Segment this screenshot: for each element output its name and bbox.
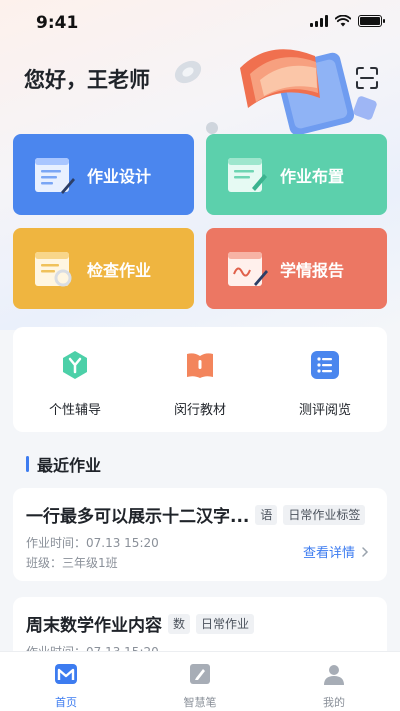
tile-homework-design[interactable]: 作业设计 [13, 134, 194, 215]
section-title-text: 最近作业 [37, 456, 102, 475]
tools-card: 个性辅导 闵行教材 测评阅览 [13, 327, 387, 432]
user-icon [324, 665, 344, 685]
tool-label: 测评阅览 [298, 403, 351, 418]
scan-button[interactable] [355, 66, 379, 90]
magnifier-notebook-icon [35, 251, 72, 286]
tool-label: 闵行教材 [173, 403, 226, 418]
nav-smart-pen[interactable]: 智慧笔 [160, 662, 240, 710]
nav-label: 我的 [323, 696, 345, 709]
type-tag: 日常作业 [196, 613, 255, 634]
list-icon [311, 351, 339, 379]
homework-title: 一行最多可以展示十二汉字... [26, 507, 250, 527]
nav-home[interactable]: 首页 [26, 662, 106, 710]
view-details-label: 查看详情 [302, 546, 355, 561]
subject-tag: 数 [168, 613, 191, 634]
pen-icon [190, 664, 210, 684]
tile-learning-report[interactable]: 学情报告 [206, 228, 387, 309]
report-pen-icon [228, 251, 268, 286]
section-accent-bar [26, 456, 29, 472]
section-title-recent: 最近作业 [26, 452, 101, 476]
tile-label: 检查作业 [87, 260, 152, 280]
homework-card[interactable]: 一行最多可以展示十二汉字... 语 日常作业标签 作业时间：07.13 15:2… [13, 488, 387, 581]
cellular-signal-icon [310, 15, 328, 27]
tile-homework-check[interactable]: 检查作业 [13, 228, 194, 309]
home-logo-icon [55, 664, 77, 684]
subject-tag: 语 [255, 504, 278, 525]
tool-label: 个性辅导 [48, 403, 101, 418]
homework-class: 班级：三年级1班 [26, 556, 118, 570]
chevron-right-icon [362, 546, 369, 557]
homework-title-row: 一行最多可以展示十二汉字... 语 日常作业标签 [26, 502, 366, 527]
homework-title-row: 周末数学作业内容 数 日常作业 [26, 611, 255, 636]
hero-illustration [174, 49, 377, 136]
homework-title: 周末数学作业内容 [26, 616, 162, 636]
view-details-link[interactable]: 查看详情 [303, 542, 371, 561]
notebook-brush-icon [228, 157, 267, 192]
nav-mine[interactable]: 我的 [294, 662, 374, 710]
bottom-nav: 首页 智慧笔 我的 [0, 651, 400, 711]
homework-time: 作业时间：07.13 15:20 [26, 536, 159, 550]
type-tag: 日常作业标签 [283, 504, 366, 525]
tile-label: 作业设计 [87, 166, 152, 186]
tile-label: 作业布置 [280, 166, 345, 186]
tile-homework-assign[interactable]: 作业布置 [206, 134, 387, 215]
book-icon [187, 353, 213, 378]
status-time: 9:41 [36, 13, 79, 33]
nav-label: 智慧笔 [183, 696, 217, 709]
tool-minhang-textbook[interactable]: 闵行教材 [150, 349, 250, 418]
greeting-title: 您好，王老师 [24, 68, 150, 92]
notebook-pen-icon [35, 157, 75, 194]
nav-label: 首页 [55, 696, 77, 709]
tile-label: 学情报告 [280, 260, 345, 280]
wifi-icon [335, 15, 351, 27]
tool-personal-tutoring[interactable]: 个性辅导 [25, 349, 125, 418]
battery-icon [358, 15, 385, 27]
tool-assessment-review[interactable]: 测评阅览 [275, 349, 375, 418]
status-icons [310, 15, 385, 27]
branch-icon [63, 351, 87, 379]
